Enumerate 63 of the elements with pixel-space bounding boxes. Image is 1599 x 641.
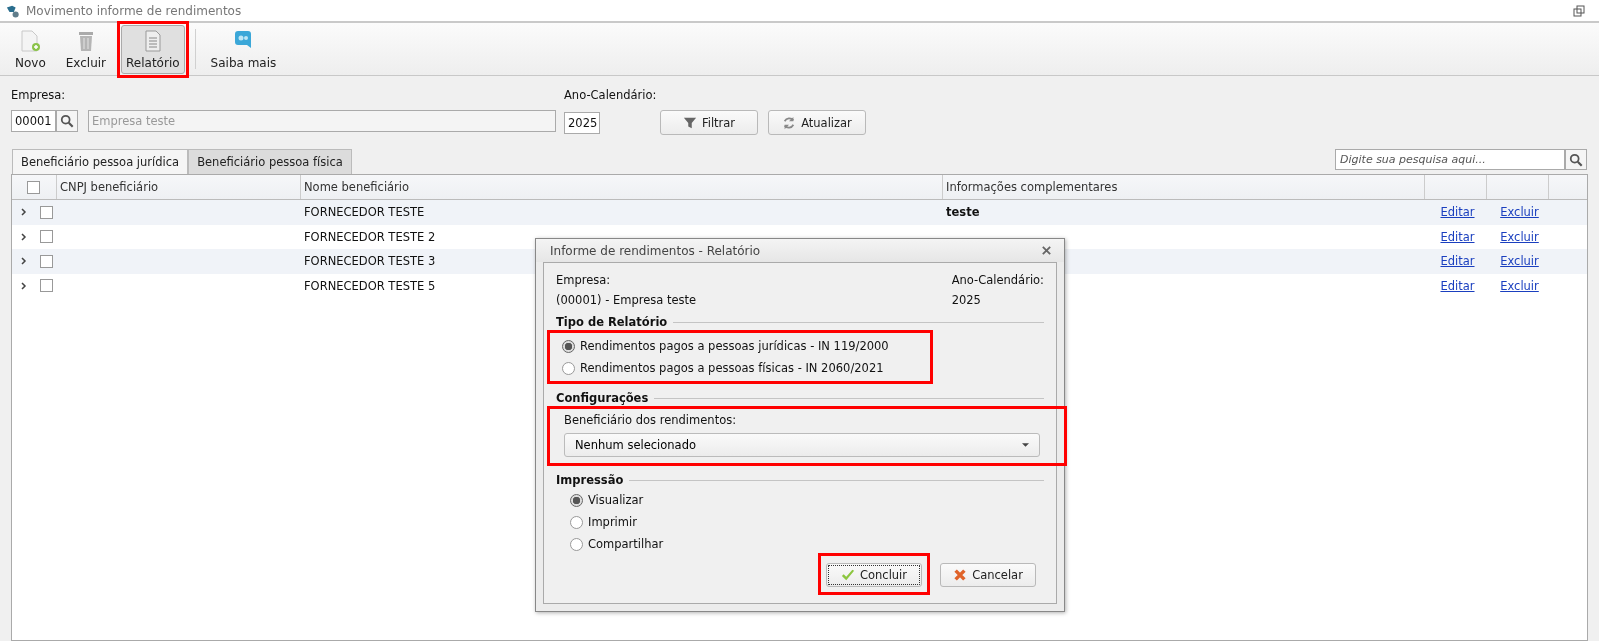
toolbar-button[interactable]: Saiba mais <box>205 24 282 74</box>
tab[interactable]: Beneficiário pessoa física <box>188 149 352 174</box>
delete-link[interactable]: Excluir <box>1500 205 1539 220</box>
table-cell: FORNECEDOR TESTE 5 <box>304 278 436 293</box>
restore-icon[interactable] <box>1573 4 1585 17</box>
delete-link[interactable]: Excluir <box>1500 278 1539 293</box>
toolbar-button[interactable]: Excluir <box>60 24 112 74</box>
edit-link[interactable]: Editar <box>1440 205 1475 220</box>
dialog-title: Informe de rendimentos - Relatório <box>550 243 761 258</box>
edit-link[interactable]: Editar <box>1440 254 1475 269</box>
section-title: Tipo de Relatório <box>556 315 668 329</box>
table-cell: teste <box>946 205 980 220</box>
search-field[interactable]: Digite sua pesquisa aqui... <box>1335 149 1565 170</box>
radio-option[interactable]: Imprimir <box>570 515 637 529</box>
toolbar-button[interactable]: Filtrar <box>660 110 758 135</box>
delete-link[interactable]: Excluir <box>1500 229 1539 244</box>
row-checkbox[interactable] <box>40 205 53 219</box>
field-label: Ano-Calendário: <box>951 273 1044 287</box>
search-button[interactable] <box>56 110 78 132</box>
section-title: Impressão <box>556 473 624 487</box>
column-header: CNPJ beneficiário <box>57 175 301 199</box>
column-header: Nome beneficiário <box>301 175 943 199</box>
edit-link[interactable]: Editar <box>1440 278 1475 293</box>
radio-option[interactable]: Rendimentos pagos a pessoas físicas - IN 2060/2021 <box>562 361 884 375</box>
beneficiary-dropdown[interactable]: Nenhum selecionado <box>564 433 1040 457</box>
company-code-field[interactable]: 00001 <box>11 110 56 132</box>
table-cell: FORNECEDOR TESTE 2 <box>304 229 436 244</box>
field-label: Empresa: <box>11 88 67 102</box>
delete-link[interactable]: Excluir <box>1500 254 1539 269</box>
field-label: Ano-Calendário: <box>564 88 658 102</box>
funnel-icon <box>682 115 697 130</box>
row-checkbox[interactable] <box>40 279 53 293</box>
confirm-button[interactable]: Concluir <box>826 563 922 587</box>
cross-icon <box>953 568 968 582</box>
toolbar-button[interactable]: Atualizar <box>768 110 866 135</box>
edit-link[interactable]: Editar <box>1440 229 1475 244</box>
cancel-button[interactable]: Cancelar <box>940 563 1036 587</box>
radio-option[interactable]: Rendimentos pagos a pessoas jurídicas - IN 119/2000 <box>562 339 889 353</box>
column-header: Informações complementares <box>943 175 1425 199</box>
row-checkbox[interactable] <box>40 230 53 244</box>
table-cell: FORNECEDOR TESTE <box>304 205 425 220</box>
table-cell: FORNECEDOR TESTE 3 <box>304 254 436 269</box>
select-all-checkbox[interactable] <box>27 180 40 194</box>
year-field[interactable]: 2025 <box>564 111 600 134</box>
caret-icon <box>1022 443 1029 447</box>
radio-option[interactable]: Visualizar <box>570 493 644 507</box>
toolbar-button[interactable]: Novo <box>10 24 51 74</box>
search-button[interactable] <box>1565 149 1587 170</box>
checkmark-icon <box>840 568 855 582</box>
year-value: 2025 <box>951 293 982 307</box>
close-icon[interactable] <box>1041 245 1052 256</box>
app-icon <box>6 3 20 18</box>
window-title: Movimento informe de rendimentos <box>26 3 243 18</box>
row-checkbox[interactable] <box>40 254 53 268</box>
field-label: Beneficiário dos rendimentos: <box>564 413 738 427</box>
section-title: Configurações <box>556 391 649 405</box>
toolbar-button[interactable]: Relatório <box>121 24 185 74</box>
tab[interactable]: Beneficiário pessoa jurídica <box>12 149 189 174</box>
field-label: Empresa: <box>556 273 612 287</box>
new-document-icon <box>18 28 43 53</box>
radio-option[interactable]: Compartilhar <box>570 537 664 551</box>
refresh-icon <box>782 115 797 130</box>
company-value: (00001) - Empresa teste <box>556 293 697 307</box>
